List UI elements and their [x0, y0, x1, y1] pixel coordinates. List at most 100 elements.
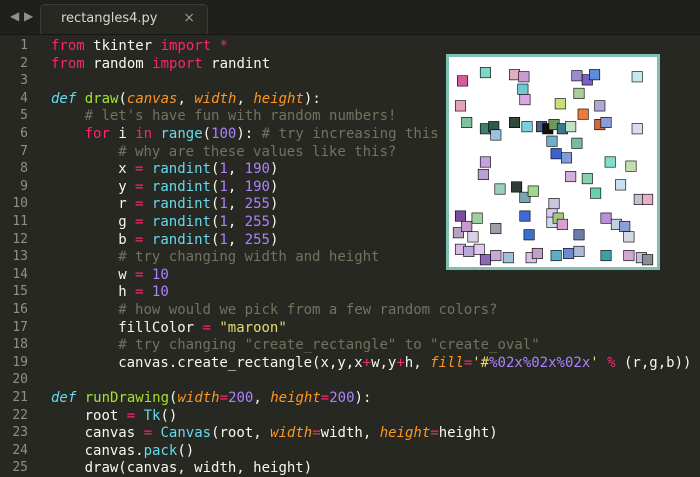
forward-arrow-icon[interactable]: ▶ — [24, 9, 33, 23]
code-token: ): — [236, 126, 262, 142]
code-token: draw — [84, 90, 119, 107]
close-icon[interactable]: × — [183, 10, 195, 26]
canvas-rectangle — [519, 210, 531, 222]
code-token: width — [177, 390, 220, 406]
code-token: w — [118, 266, 136, 283]
canvas-rectangle — [546, 135, 558, 147]
code-token: w,y — [371, 354, 397, 371]
canvas-rectangle — [556, 218, 568, 230]
code-token: ( — [202, 126, 212, 142]
line-number: 3 — [20, 73, 28, 89]
code-token: + — [396, 354, 405, 371]
file-tab-title: rectangles4.py — [61, 11, 158, 26]
code-token: ) — [269, 196, 279, 213]
tab-bar: ◀ ▶ rectangles4.py × — [0, 0, 700, 35]
canvas-rectangle — [463, 245, 475, 257]
code-token: randint — [151, 231, 211, 248]
code-token: width, — [320, 425, 380, 442]
code-line: # try changing "create_rectangle" to "cr… — [118, 336, 539, 354]
canvas-rectangle — [581, 173, 593, 185]
canvas-rectangle — [494, 183, 506, 195]
canvas-rectangle — [479, 67, 491, 79]
canvas-rectangle — [454, 210, 466, 222]
code-line: def runDrawing(width=200, height=200): — [51, 389, 371, 407]
code-token: h, — [404, 354, 431, 371]
canvas-rectangle — [467, 231, 479, 243]
code-token: from — [51, 38, 85, 54]
line-number: 7 — [20, 143, 28, 159]
code-token: height — [379, 425, 431, 442]
canvas-rectangle — [477, 168, 489, 180]
line-number: 19 — [12, 354, 28, 370]
code-token: for — [84, 126, 110, 142]
code-token: randint — [151, 161, 211, 178]
canvas-rectangle — [642, 254, 654, 266]
code-token: "maroon" — [219, 319, 287, 336]
canvas-rectangle — [550, 148, 562, 160]
canvas-rectangle — [517, 83, 529, 95]
file-tab[interactable]: rectangles4.py × — [40, 4, 208, 34]
code-token: ) — [269, 178, 279, 195]
line-number: 20 — [12, 372, 28, 388]
canvas-rectangle — [457, 75, 469, 87]
code-token: randint — [202, 55, 271, 72]
canvas-rectangle — [454, 100, 466, 112]
code-token: randint — [151, 196, 211, 213]
code-token: in — [135, 126, 153, 142]
code-token: + — [362, 354, 372, 371]
code-token: %02x%02x%02x — [489, 354, 591, 371]
code-line: h = 10 — [118, 283, 169, 301]
code-token: x — [118, 161, 136, 178]
code-token: = — [320, 390, 330, 406]
code-line: canvas.pack() — [85, 442, 195, 460]
back-arrow-icon[interactable]: ◀ — [10, 9, 19, 23]
code-token: # try changing "create_rectangle" to "cr… — [118, 337, 540, 354]
canvas-rectangle — [521, 121, 533, 133]
line-number: 9 — [20, 178, 28, 194]
canvas-rectangle — [531, 247, 543, 259]
code-token: = — [219, 390, 229, 406]
code-token: runDrawing — [84, 390, 170, 406]
line-number: 24 — [12, 442, 28, 458]
canvas-rectangle — [461, 116, 473, 129]
code-token: , — [227, 178, 245, 195]
canvas-rectangle — [561, 152, 573, 164]
code-token: # why are these values like this? — [118, 143, 397, 160]
code-token: (root, — [211, 425, 271, 442]
code-token: 255 — [244, 214, 270, 230]
line-number: 25 — [12, 460, 28, 476]
canvas-rectangle — [518, 71, 530, 83]
line-number: 1 — [20, 38, 28, 53]
canvas-rectangle — [631, 71, 643, 83]
canvas-rectangle — [473, 243, 485, 255]
code-line: from random import randint — [51, 55, 270, 73]
code-token: , — [227, 161, 245, 178]
line-number: 21 — [12, 390, 28, 405]
canvas-rectangle — [573, 87, 585, 99]
canvas-rectangle — [631, 123, 643, 135]
tk-canvas — [449, 57, 657, 267]
code-token: % — [607, 354, 616, 371]
code-line: draw(canvas, width, height) — [85, 459, 313, 477]
code-token: = — [463, 354, 473, 371]
canvas-rectangle — [471, 212, 483, 224]
canvas-rectangle — [527, 185, 539, 197]
canvas-rectangle — [509, 116, 521, 129]
code-token: , — [253, 390, 271, 406]
canvas-rectangle — [563, 247, 575, 259]
canvas-rectangle — [490, 223, 502, 235]
code-line: root = Tk() — [85, 407, 178, 425]
code-token: # try changing width and height — [118, 249, 380, 266]
canvas-rectangle — [623, 231, 635, 243]
code-token: = — [143, 425, 153, 442]
line-number: 16 — [12, 302, 28, 317]
canvas-rectangle — [571, 137, 583, 149]
code-token: , — [227, 231, 245, 248]
